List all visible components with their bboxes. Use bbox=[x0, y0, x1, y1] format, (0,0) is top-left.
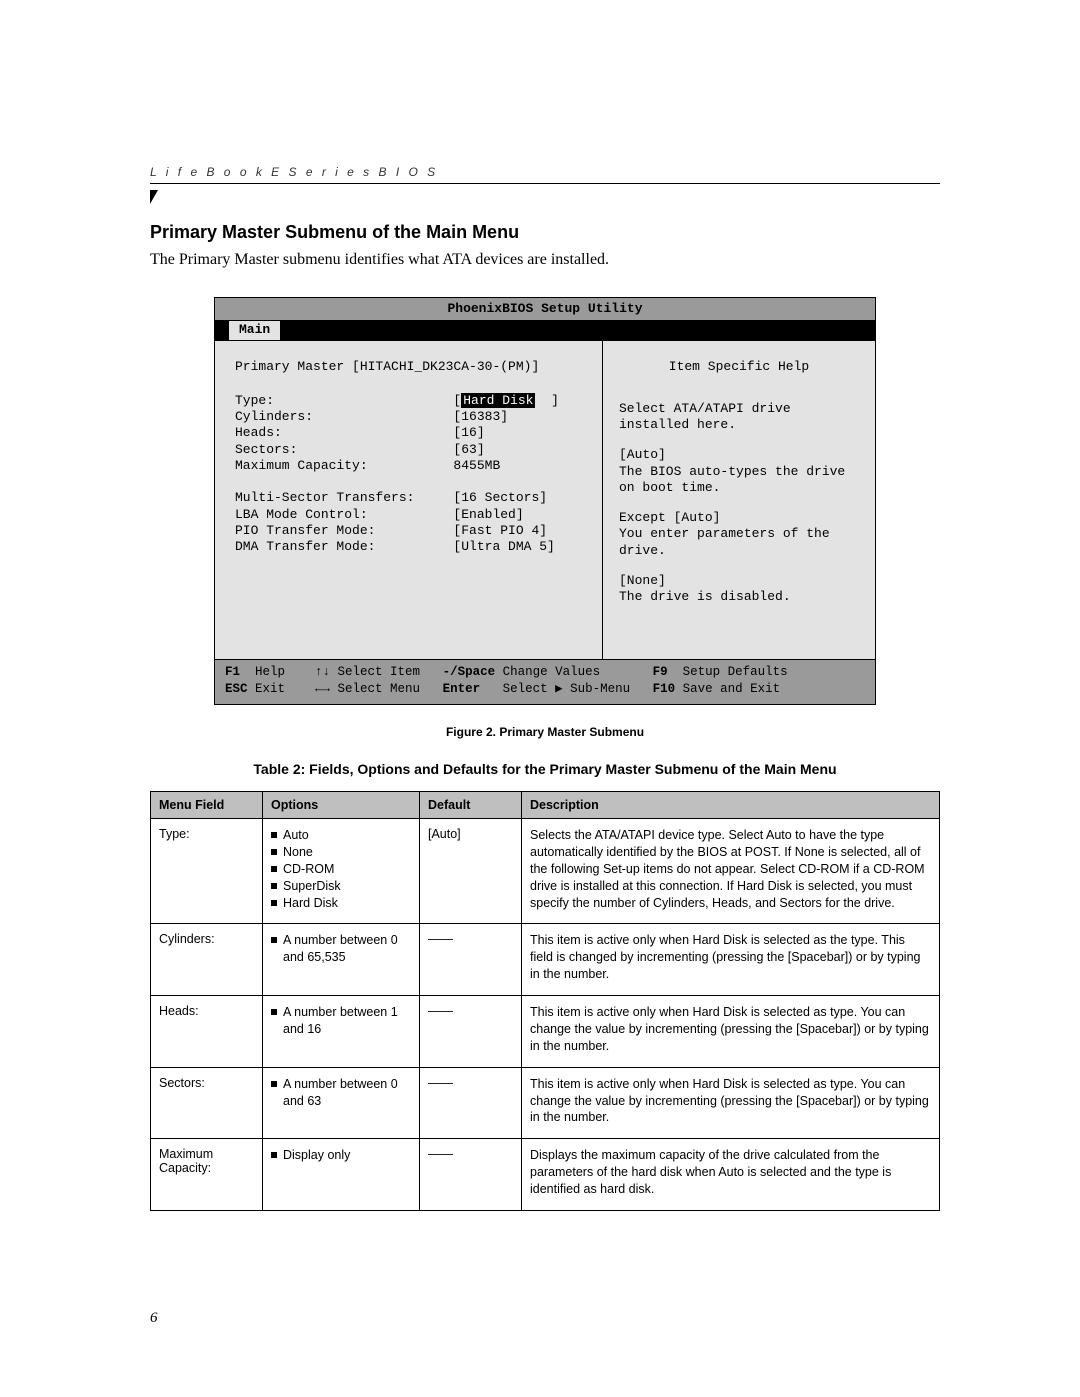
cell-default: —— bbox=[420, 924, 522, 996]
option-text: Display only bbox=[283, 1147, 350, 1164]
bios-help-block: [Auto]The BIOS auto-types the drive on b… bbox=[619, 447, 859, 496]
bios-help-title: Item Specific Help bbox=[619, 359, 859, 375]
bios-field-row: Sectors: [63] bbox=[235, 442, 586, 458]
cell-menu-field: Maximum Capacity: bbox=[151, 1139, 263, 1211]
cell-menu-field: Cylinders: bbox=[151, 924, 263, 996]
option-text: A number between 0 and 65,535 bbox=[283, 932, 411, 966]
page-number: 6 bbox=[150, 1310, 158, 1327]
th-menu-field: Menu Field bbox=[151, 792, 263, 819]
cell-menu-field: Sectors: bbox=[151, 1067, 263, 1139]
fields-table: Menu Field Options Default Description T… bbox=[150, 791, 940, 1211]
cell-options: AutoNoneCD-ROMSuperDiskHard Disk bbox=[263, 819, 420, 924]
cell-default: —— bbox=[420, 996, 522, 1068]
section-heading: Primary Master Submenu of the Main Menu bbox=[150, 222, 940, 243]
bullet-icon bbox=[271, 937, 277, 943]
bullet-icon bbox=[271, 883, 277, 889]
figure-caption: Figure 2. Primary Master Submenu bbox=[150, 725, 940, 739]
cell-description: This item is active only when Hard Disk … bbox=[522, 924, 940, 996]
bullet-icon bbox=[271, 1009, 277, 1015]
option-text: SuperDisk bbox=[283, 878, 341, 895]
bios-title: PhoenixBIOS Setup Utility bbox=[215, 298, 875, 321]
bullet-icon bbox=[271, 866, 277, 872]
table-row: Maximum Capacity: Display only ——Displays … bbox=[151, 1139, 940, 1211]
bios-footer: F1 Help ↑↓ Select Item -/Space Change Va… bbox=[215, 659, 875, 704]
bios-help-block: Select ATA/ATAPI drive installed here. bbox=[619, 401, 859, 434]
bios-menu-bar: Main bbox=[215, 321, 875, 340]
bios-tab-main: Main bbox=[229, 321, 280, 339]
cell-description: Selects the ATA/ATAPI device type. Selec… bbox=[522, 819, 940, 924]
option-text: Hard Disk bbox=[283, 895, 338, 912]
cell-default: —— bbox=[420, 1139, 522, 1211]
bullet-icon bbox=[271, 832, 277, 838]
cell-options: A number between 1 and 16 bbox=[263, 996, 420, 1068]
corner-marker-icon bbox=[150, 190, 158, 204]
option-text: CD-ROM bbox=[283, 861, 334, 878]
th-options: Options bbox=[263, 792, 420, 819]
cell-description: Displays the maximum capacity of the dri… bbox=[522, 1139, 940, 1211]
bios-help-block: Except [Auto]You enter parameters of the… bbox=[619, 510, 859, 559]
running-header: L i f e B o o k E S e r i e s B I O S bbox=[150, 165, 940, 184]
cell-options: A number between 0 and 63 bbox=[263, 1067, 420, 1139]
option-text: A number between 0 and 63 bbox=[283, 1076, 411, 1110]
bullet-icon bbox=[271, 1081, 277, 1087]
cell-options: A number between 0 and 65,535 bbox=[263, 924, 420, 996]
cell-menu-field: Type: bbox=[151, 819, 263, 924]
option-text: A number between 1 and 16 bbox=[283, 1004, 411, 1038]
bios-field-row: Type: [Hard Disk ] bbox=[235, 393, 586, 409]
cell-default: —— bbox=[420, 1067, 522, 1139]
option-text: None bbox=[283, 844, 313, 861]
table-row: Heads: A number between 1 and 16 ——This it… bbox=[151, 996, 940, 1068]
bios-screenshot: PhoenixBIOS Setup Utility Main Primary M… bbox=[214, 297, 876, 705]
cell-description: This item is active only when Hard Disk … bbox=[522, 1067, 940, 1139]
bios-field-row: Multi-Sector Transfers: [16 Sectors] bbox=[235, 490, 586, 506]
bios-field-row: PIO Transfer Mode: [Fast PIO 4] bbox=[235, 523, 586, 539]
table-row: Sectors: A number between 0 and 63 ——This … bbox=[151, 1067, 940, 1139]
option-text: Auto bbox=[283, 827, 309, 844]
bios-field-row: Cylinders: [16383] bbox=[235, 409, 586, 425]
table-row: Cylinders: A number between 0 and 65,535 —… bbox=[151, 924, 940, 996]
bios-help-pane: Item Specific Help Select ATA/ATAPI driv… bbox=[603, 341, 875, 660]
bullet-icon bbox=[271, 849, 277, 855]
cell-description: This item is active only when Hard Disk … bbox=[522, 996, 940, 1068]
table-row: Type:AutoNoneCD-ROMSuperDiskHard Disk[Au… bbox=[151, 819, 940, 924]
cell-menu-field: Heads: bbox=[151, 996, 263, 1068]
bios-help-block: [None]The drive is disabled. bbox=[619, 573, 859, 606]
bios-field-row: Maximum Capacity: 8455MB bbox=[235, 458, 586, 474]
cell-options: Display only bbox=[263, 1139, 420, 1211]
th-description: Description bbox=[522, 792, 940, 819]
table-caption: Table 2: Fields, Options and Defaults fo… bbox=[150, 761, 940, 777]
bios-left-pane: Primary Master [HITACHI_DK23CA-30-(PM)] … bbox=[215, 341, 603, 660]
section-intro: The Primary Master submenu identifies wh… bbox=[150, 251, 940, 269]
bios-field-row: LBA Mode Control: [Enabled] bbox=[235, 507, 586, 523]
bios-field-row: DMA Transfer Mode: [Ultra DMA 5] bbox=[235, 539, 586, 555]
bios-field-row: Heads: [16] bbox=[235, 425, 586, 441]
bullet-icon bbox=[271, 1152, 277, 1158]
bullet-icon bbox=[271, 900, 277, 906]
cell-default: [Auto] bbox=[420, 819, 522, 924]
th-default: Default bbox=[420, 792, 522, 819]
bios-field-row bbox=[235, 474, 586, 490]
bios-submenu-title: Primary Master [HITACHI_DK23CA-30-(PM)] bbox=[235, 359, 586, 375]
